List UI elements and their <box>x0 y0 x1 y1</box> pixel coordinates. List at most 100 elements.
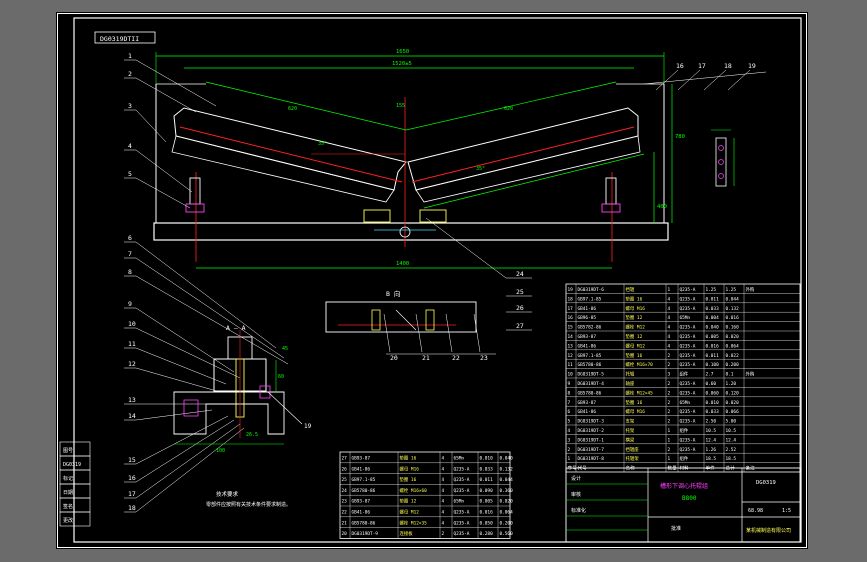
callout-tr-line-16 <box>655 69 679 91</box>
parts-table-cell: Q235-A <box>680 306 696 312</box>
parts-table-cell: 0.011 <box>706 353 720 359</box>
parts-table-cell: 横梁 <box>626 436 635 443</box>
parts-table-cell: 6 <box>568 409 571 415</box>
parts-table-2-cell: 20 <box>342 531 348 537</box>
dim-left-segment-label: 620 <box>288 106 297 112</box>
parts-table: 19 DG0319DT-6 挡辊 1 Q235-A 1.25 1.25 外购18 GB97.1-… <box>565 283 801 473</box>
parts-table-2-cell: 4 <box>442 499 445 505</box>
b-view-label: B 向 <box>386 289 400 298</box>
parts-table-cell: 3 <box>668 372 671 378</box>
parts-table-2-cell: 垫圈 16 <box>400 476 417 483</box>
parts-table-cell: 外购 <box>746 371 755 378</box>
parts-table-2-cell: 0.280 <box>480 531 494 537</box>
callout-leader-2 <box>135 77 197 113</box>
callout-tr-line-19 <box>727 69 751 91</box>
callout-label-18: 18 <box>128 504 136 512</box>
parts-table-cell: Q235-A <box>680 362 696 368</box>
callout-leader-5 <box>135 177 191 209</box>
parts-table-cell: 12.4 <box>706 437 717 443</box>
parts-table-cell: 0.020 <box>726 334 740 340</box>
callout-label-1: 1 <box>128 52 132 60</box>
parts-table-cell: 0.033 <box>706 409 720 415</box>
parts-table-cell: Q235-A <box>680 390 696 396</box>
parts-table-2-cell: 螺栓 M16×60 <box>400 487 428 494</box>
parts-table-cell: 支架 <box>626 418 635 425</box>
title-company: 某机械制造有限公司 <box>746 527 791 534</box>
parts-table-cell: DG0319DT-7 <box>578 447 605 453</box>
parts-table-cell: 2 <box>568 447 571 453</box>
callout-leader-17 <box>135 423 241 499</box>
parts-table-cell: 17 <box>568 306 574 312</box>
aa-callout-19-label: 19 <box>304 423 312 430</box>
parts-table-2-cell: 垫圈 16 <box>400 455 417 462</box>
center-bearing-left <box>363 209 391 223</box>
parts-table-2-cell: 0.560 <box>500 531 514 537</box>
callout-mid-label-26: 26 <box>516 304 524 312</box>
parts-table-2-cell: 0.064 <box>500 510 514 516</box>
parts-table-cell: 0.60 <box>706 381 717 387</box>
parts-table-cell: 0.060 <box>706 390 720 396</box>
left-roller-dim-line <box>205 81 407 131</box>
side-stamp-text-0: 图号 <box>63 448 73 454</box>
parts-table-2-cell: 4 <box>442 477 445 483</box>
parts-table-cell: GB41-86 <box>578 306 597 312</box>
title-role-standard: 标准化 <box>571 507 586 514</box>
aa-view-label: A — A <box>226 324 246 332</box>
parts-table-cell: 0.020 <box>726 400 740 406</box>
parts-table-cell: 1 <box>568 456 571 462</box>
side-stamp: 图号 DG0319 标记日期签名更改 <box>59 441 91 527</box>
parts-table-2-cell: 连接板 <box>400 530 414 537</box>
parts-table-cell: GB97.1-85 <box>578 296 602 302</box>
parts-table-cell: 0.040 <box>706 325 720 331</box>
parts-table-cell: 组件 <box>680 455 689 462</box>
parts-table-2-cell: GB5780-86 <box>352 488 376 494</box>
parts-table-2-cell: GB97.1-85 <box>352 477 376 483</box>
parts-table-cell: DG0319DT-6 <box>578 287 605 293</box>
parts-table-cell: 0.004 <box>706 315 720 321</box>
callout-leader-9 <box>135 307 235 373</box>
parts-table-cell: 3 <box>568 437 571 443</box>
left-support-leg <box>189 177 201 205</box>
callout-b-label-23: 23 <box>480 354 488 362</box>
parts-table-2-cell: 0.033 <box>480 466 494 472</box>
parts-table-2-cell: Q235-A <box>454 488 470 494</box>
callout-b-label-20: 20 <box>390 354 398 362</box>
parts-table-2-cell: 4 <box>442 456 445 462</box>
parts-table-cell: 0.066 <box>726 409 740 415</box>
parts-table-2-cell: 0.360 <box>500 488 514 494</box>
parts-table-cell: 2 <box>668 362 671 368</box>
callout-label-17: 17 <box>128 490 136 498</box>
base-beam <box>153 222 669 241</box>
aa-dim-bottom-label: 100 <box>216 448 225 454</box>
b-view-link <box>395 309 417 331</box>
title-name-2: B800 <box>682 495 697 502</box>
callout-tr-line-17 <box>677 69 701 91</box>
parts-table-cell: 4 <box>668 334 671 340</box>
parts-table-2-cell: 0.090 <box>480 488 494 494</box>
callout-label-2: 2 <box>128 70 132 78</box>
parts-table-2-cell: 螺母 M12 <box>400 509 420 516</box>
side-stamp-text-3: 日期 <box>63 490 73 496</box>
callouts-mid: 24 25 26 27 <box>425 217 532 331</box>
parts-table-2-cell: 4 <box>442 520 445 526</box>
parts-table-cell: 8 <box>568 390 571 396</box>
parts-table-2-cell: GB41-86 <box>352 510 371 516</box>
callout-leader-6 <box>135 241 277 349</box>
parts-table-cell: Q235-A <box>680 353 696 359</box>
callout-label-5: 5 <box>128 170 132 178</box>
parts-table-cell: 1 <box>668 437 671 443</box>
parts-table-cell: 4 <box>668 343 671 349</box>
parts-table-cell: 1 <box>668 428 671 434</box>
parts-table-cell: 9 <box>568 381 571 387</box>
parts-table-2-cell: 螺母 M16 <box>400 465 420 472</box>
parts-table-cell: 2 <box>668 353 671 359</box>
callout-tr-label-17: 17 <box>698 62 706 70</box>
parts-table-2-cell: 0.050 <box>480 520 494 526</box>
parts-table-cell: 0.011 <box>706 296 720 302</box>
parts-table-2-cell: 0.016 <box>480 510 494 516</box>
parts-table-cell: 挡辊 <box>626 286 635 293</box>
parts-table-cell: DG0319DT-5 <box>578 372 605 378</box>
parts-table-2-cell: Q235-A <box>454 477 470 483</box>
parts-table-cell: 10.5 <box>726 428 737 434</box>
parts-table-cell: 5 <box>568 419 571 425</box>
